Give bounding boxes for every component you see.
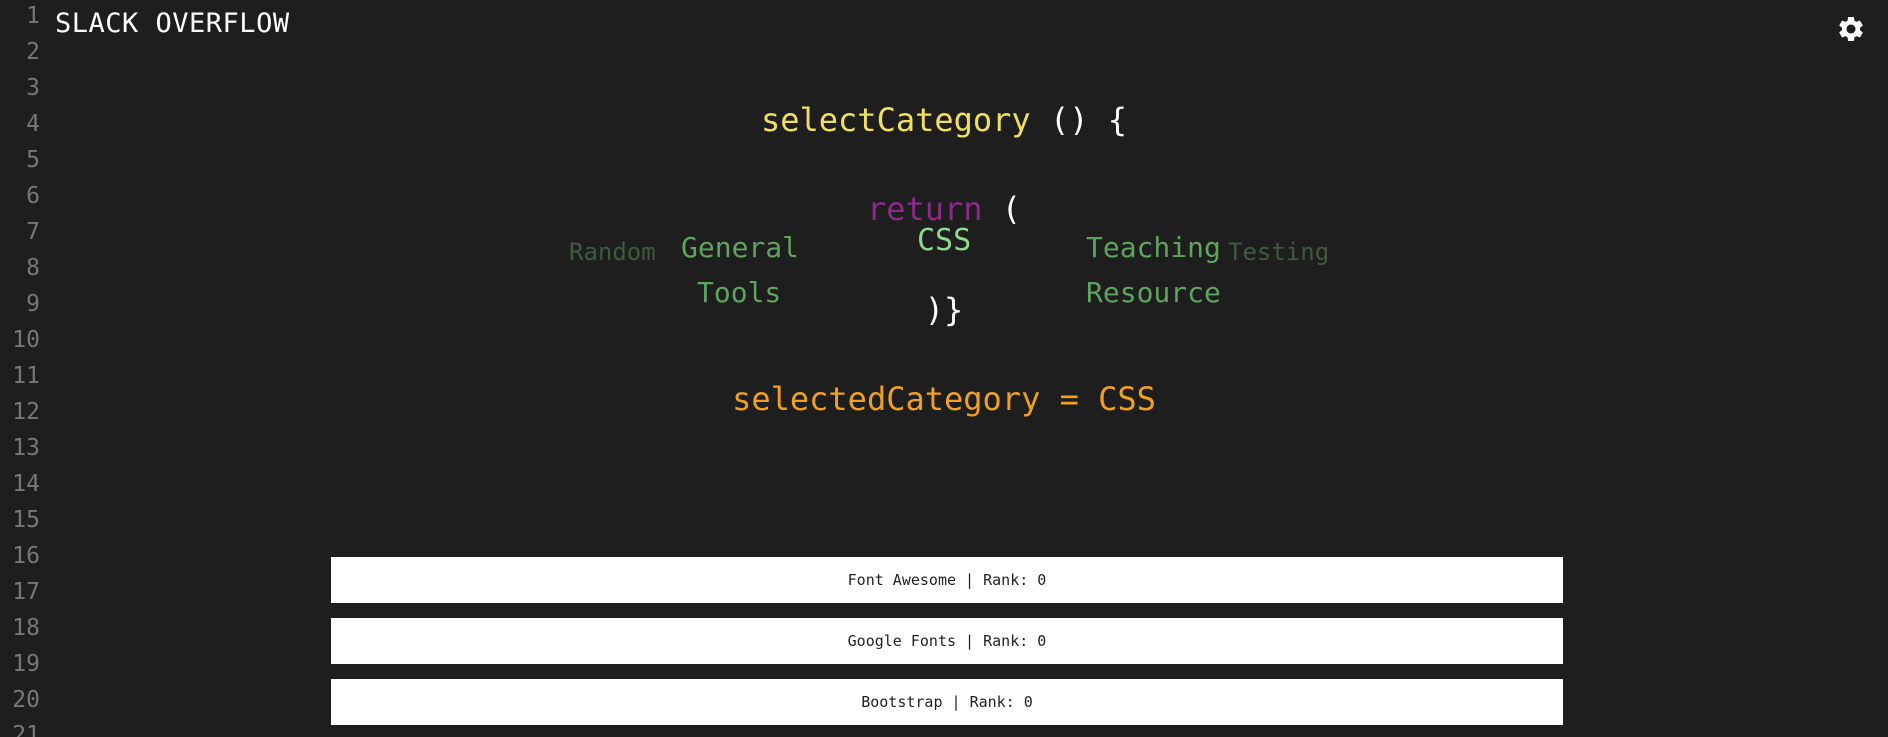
closing-brackets: )}	[924, 291, 964, 329]
category-testing[interactable]: Testing	[1228, 240, 1329, 264]
line-number: 21	[12, 722, 40, 737]
category-teaching[interactable]: Teaching	[1086, 234, 1221, 262]
category-css[interactable]: CSS	[917, 226, 971, 256]
line-number: 1	[26, 3, 40, 29]
line-number: 17	[12, 579, 40, 605]
category-general[interactable]: General	[681, 234, 799, 262]
open-paren: (	[982, 190, 1022, 228]
line-number: 19	[12, 651, 40, 677]
line-number: 3	[26, 75, 40, 101]
result-label: Font Awesome | Rank: 0	[847, 571, 1047, 589]
return-statement: return (	[0, 193, 1888, 225]
line-number: 2	[26, 39, 40, 65]
result-item-font-awesome[interactable]: Font Awesome | Rank: 0	[331, 557, 1563, 603]
result-label: Bootstrap | Rank: 0	[861, 693, 1033, 711]
line-number: 18	[12, 615, 40, 641]
line-number: 14	[12, 471, 40, 497]
gear-icon	[1839, 16, 1863, 41]
line-number: 13	[12, 435, 40, 461]
line-number: 8	[26, 255, 40, 281]
function-signature: () {	[1030, 101, 1128, 139]
result-label: Google Fonts | Rank: 0	[847, 632, 1047, 650]
line-number: 20	[12, 687, 40, 713]
app-title: SLACK OVERFLOW	[55, 8, 290, 39]
page: 1 2 3 4 5 6 7 8 9 10 11 12 13 14 15 16 1…	[0, 0, 1888, 737]
function-name: selectCategory	[760, 101, 1031, 139]
line-number: 15	[12, 507, 40, 533]
line-number: 5	[26, 147, 40, 173]
line-number: 16	[12, 543, 40, 569]
settings-button[interactable]	[1836, 14, 1866, 44]
category-random[interactable]: Random	[569, 240, 656, 264]
line-number: 10	[12, 327, 40, 353]
result-item-google-fonts[interactable]: Google Fonts | Rank: 0	[331, 618, 1563, 664]
selected-category: selectedCategory = CSS	[732, 380, 1156, 418]
function-header: selectCategory () {	[0, 104, 1888, 136]
result-item-bootstrap[interactable]: Bootstrap | Rank: 0	[331, 679, 1563, 725]
